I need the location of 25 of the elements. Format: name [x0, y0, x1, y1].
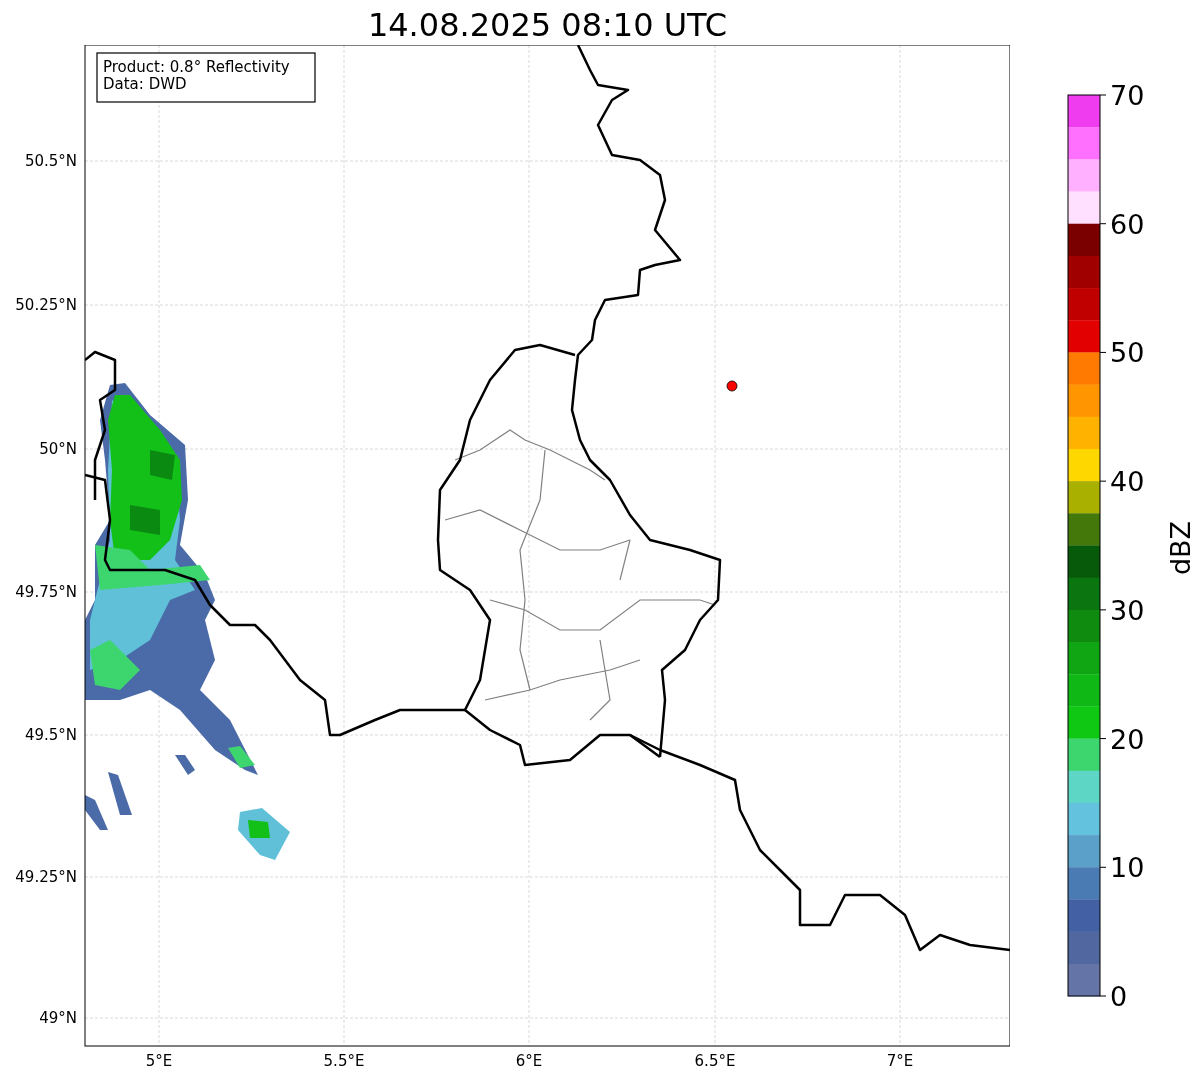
latitude-label: 50°N	[39, 440, 77, 458]
colorbar-tick-label: 50	[1110, 337, 1145, 369]
colorbar-tick-label: 20	[1110, 723, 1145, 755]
colorbar-tick-label: 60	[1110, 208, 1145, 240]
plot-title: 14.08.2025 08:10 UTC	[367, 5, 728, 45]
colorbar-tick-label: 0	[1110, 981, 1128, 1012]
latitude-label: 50.5°N	[24, 152, 77, 170]
colorbar-label: dBZ	[1165, 520, 1196, 576]
colorbar-tick-label: 10	[1110, 852, 1145, 884]
latitude-label: 49.75°N	[15, 583, 77, 601]
longitude-label: 5.5°E	[323, 1052, 365, 1070]
colorbar-tick-label: 30	[1110, 594, 1145, 626]
longitude-label: 5°E	[145, 1052, 173, 1070]
info-text: Data: DWD	[103, 75, 187, 93]
longitude-label: 7°E	[886, 1052, 914, 1070]
latitude-label: 49.5°N	[24, 726, 77, 744]
longitude-label: 6.5°E	[694, 1052, 736, 1070]
longitude-label: 6°E	[515, 1052, 543, 1070]
station-marker	[726, 380, 738, 392]
latitude-label: 50.25°N	[15, 296, 77, 314]
colorbar-tick-label: 40	[1110, 466, 1145, 498]
colorbar-tick-label: 70	[1110, 80, 1145, 111]
info-text: Product: 0.8° Reflectivity	[103, 58, 290, 76]
latitude-label: 49.25°N	[15, 868, 77, 886]
latitude-label: 49°N	[39, 1009, 77, 1027]
